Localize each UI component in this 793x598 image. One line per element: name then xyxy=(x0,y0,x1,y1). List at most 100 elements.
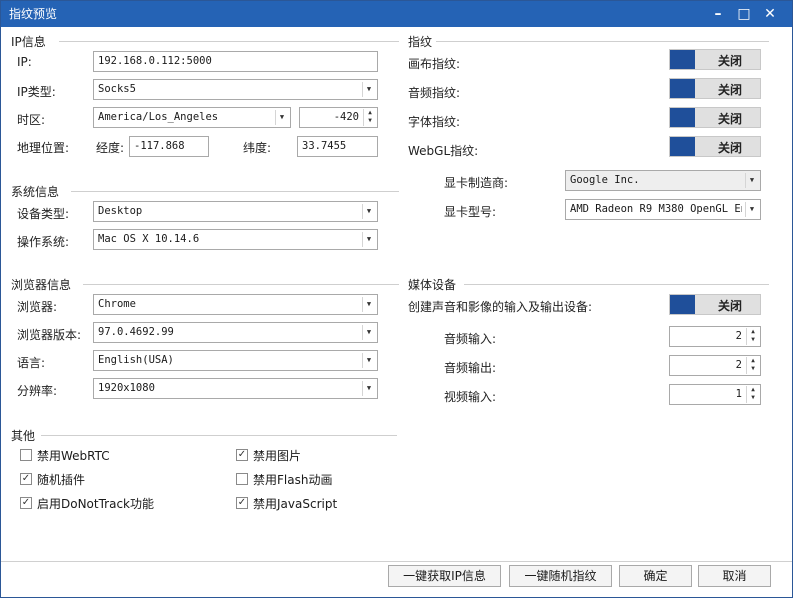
timezone-select[interactable]: America/Los_Angeles ▼ xyxy=(93,107,291,128)
disable-javascript-checkbox[interactable]: ✓ xyxy=(236,497,248,509)
disable-webrtc-checkbox[interactable] xyxy=(20,449,32,461)
get-ip-info-button[interactable]: 一键获取IP信息 xyxy=(388,565,501,587)
browser-version-value: 97.0.4692.99 xyxy=(98,326,174,338)
font-fp-label: 字体指纹: xyxy=(408,115,461,129)
close-icon[interactable]: ✕ xyxy=(758,3,782,25)
disable-flash-label[interactable]: 禁用Flash动画 xyxy=(253,471,332,488)
webgl-fp-toggle[interactable]: 关闭 xyxy=(669,136,761,157)
audio-input-value: 2 xyxy=(735,330,742,342)
chevron-down-icon[interactable]: ▼ xyxy=(362,82,375,97)
toggle-label: 关闭 xyxy=(717,83,742,97)
chevron-down-icon[interactable]: ▼ xyxy=(362,325,375,340)
enable-dnt-checkbox[interactable]: ✓ xyxy=(20,497,32,509)
other-section-title: 其他 xyxy=(11,429,36,443)
chevron-down-icon[interactable]: ▼ xyxy=(362,353,375,368)
media-section-title: 媒体设备 xyxy=(408,278,457,292)
disable-images-checkbox[interactable]: ✓ xyxy=(236,449,248,461)
chevron-down-icon[interactable]: ▼ xyxy=(362,232,375,247)
disable-flash-checkbox[interactable] xyxy=(236,473,248,485)
random-plugins-label[interactable]: 随机插件 xyxy=(37,471,85,488)
font-fp-toggle[interactable]: 关闭 xyxy=(669,107,761,128)
disable-images-label[interactable]: 禁用图片 xyxy=(253,447,301,464)
audio-output-label: 音频输出: xyxy=(444,361,497,375)
stepper-buttons[interactable]: ▲ ▼ xyxy=(363,109,376,126)
toggle-label: 关闭 xyxy=(717,112,742,126)
other-section-divider xyxy=(41,435,397,436)
fingerprint-preview-window: 指纹预览 – □ ✕ IP信息 IP: 192.168.0.112:5000 I… xyxy=(0,0,793,598)
stepper-buttons[interactable]: ▲ ▼ xyxy=(746,328,759,345)
os-select[interactable]: Mac OS X 10.14.6 ▼ xyxy=(93,229,378,250)
ip-field[interactable]: 192.168.0.112:5000 xyxy=(93,51,378,72)
disable-javascript-label[interactable]: 禁用JavaScript xyxy=(253,495,337,512)
device-type-select[interactable]: Desktop ▼ xyxy=(93,201,378,222)
webgl-fp-label: WebGL指纹: xyxy=(408,144,479,158)
resolution-value: 1920x1080 xyxy=(98,382,155,394)
ip-section-title: IP信息 xyxy=(11,35,46,49)
spin-down-icon[interactable]: ▼ xyxy=(747,394,759,402)
toggle-knob xyxy=(670,295,695,314)
toggle-knob xyxy=(670,137,695,156)
spin-up-icon[interactable]: ▲ xyxy=(747,357,759,365)
os-label: 操作系统: xyxy=(17,235,70,249)
toggle-knob xyxy=(670,108,695,127)
fingerprint-section-title: 指纹 xyxy=(408,35,433,49)
spin-down-icon[interactable]: ▼ xyxy=(747,365,759,373)
resolution-label: 分辨率: xyxy=(17,384,58,398)
timezone-value: America/Los_Angeles xyxy=(98,111,219,123)
browser-section-title: 浏览器信息 xyxy=(11,278,72,292)
chevron-down-icon[interactable]: ▼ xyxy=(745,202,758,217)
cancel-button[interactable]: 取消 xyxy=(698,565,771,587)
toggle-knob xyxy=(670,79,695,98)
gpu-model-select[interactable]: AMD Radeon R9 M380 OpenGL En ▼ xyxy=(565,199,761,220)
chevron-down-icon[interactable]: ▼ xyxy=(362,297,375,312)
audio-input-label: 音频输入: xyxy=(444,332,497,346)
ip-type-select[interactable]: Socks5 ▼ xyxy=(93,79,378,100)
ip-label: IP: xyxy=(17,55,32,69)
title-bar[interactable]: 指纹预览 – □ ✕ xyxy=(1,1,792,27)
longitude-field[interactable]: -117.868 xyxy=(129,136,209,157)
ip-type-label: IP类型: xyxy=(17,85,56,99)
audio-input-stepper[interactable]: 2 ▲ ▼ xyxy=(669,326,761,347)
canvas-fp-toggle[interactable]: 关闭 xyxy=(669,49,761,70)
spin-up-icon[interactable]: ▲ xyxy=(747,386,759,394)
chevron-down-icon[interactable]: ▼ xyxy=(362,204,375,219)
language-select[interactable]: English(USA) ▼ xyxy=(93,350,378,371)
os-value: Mac OS X 10.14.6 xyxy=(98,233,200,245)
stepper-buttons[interactable]: ▲ ▼ xyxy=(746,357,759,374)
random-plugins-checkbox[interactable]: ✓ xyxy=(20,473,32,485)
chevron-down-icon[interactable]: ▼ xyxy=(362,381,375,396)
stepper-buttons[interactable]: ▲ ▼ xyxy=(746,386,759,403)
media-section-divider xyxy=(464,284,769,285)
browser-select[interactable]: Chrome ▼ xyxy=(93,294,378,315)
browser-label: 浏览器: xyxy=(17,300,58,314)
browser-value: Chrome xyxy=(98,298,136,310)
audio-output-stepper[interactable]: 2 ▲ ▼ xyxy=(669,355,761,376)
disable-webrtc-label[interactable]: 禁用WebRTC xyxy=(37,447,110,464)
audio-output-value: 2 xyxy=(735,359,742,371)
browser-section-divider xyxy=(83,284,399,285)
random-fingerprint-button[interactable]: 一键随机指纹 xyxy=(509,565,612,587)
browser-version-label: 浏览器版本: xyxy=(17,328,82,342)
browser-version-select[interactable]: 97.0.4692.99 ▼ xyxy=(93,322,378,343)
latitude-field[interactable]: 33.7455 xyxy=(297,136,378,157)
video-input-stepper[interactable]: 1 ▲ ▼ xyxy=(669,384,761,405)
gpu-vendor-select[interactable]: Google Inc. ▼ xyxy=(565,170,761,191)
gpu-vendor-value: Google Inc. xyxy=(570,174,640,186)
timezone-offset-stepper[interactable]: -420 ▲ ▼ xyxy=(299,107,378,128)
enable-dnt-label[interactable]: 启用DoNotTrack功能 xyxy=(37,495,154,512)
ip-section-divider xyxy=(59,41,399,42)
create-media-toggle[interactable]: 关闭 xyxy=(669,294,761,315)
create-media-label: 创建声音和影像的输入及输出设备: xyxy=(408,300,593,314)
spin-up-icon[interactable]: ▲ xyxy=(747,328,759,336)
ok-button[interactable]: 确定 xyxy=(619,565,692,587)
chevron-down-icon[interactable]: ▼ xyxy=(745,173,758,188)
audio-fp-toggle[interactable]: 关闭 xyxy=(669,78,761,99)
spin-up-icon[interactable]: ▲ xyxy=(364,109,376,117)
spin-down-icon[interactable]: ▼ xyxy=(364,117,376,125)
toggle-knob xyxy=(670,50,695,69)
resolution-select[interactable]: 1920x1080 ▼ xyxy=(93,378,378,399)
chevron-down-icon[interactable]: ▼ xyxy=(275,110,288,125)
minimize-icon[interactable]: – xyxy=(706,3,730,25)
spin-down-icon[interactable]: ▼ xyxy=(747,336,759,344)
maximize-icon[interactable]: □ xyxy=(732,3,756,25)
